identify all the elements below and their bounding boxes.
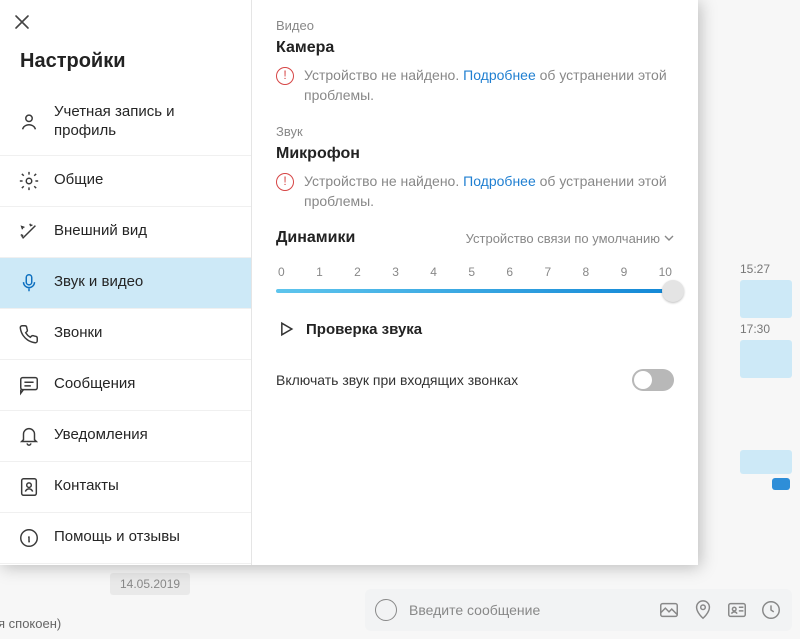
slider-track[interactable] (276, 289, 674, 293)
location-icon[interactable] (692, 599, 714, 621)
sidebar-item-contacts[interactable]: Контакты (0, 462, 251, 513)
speakers-device-dropdown[interactable]: Устройство связи по умолчанию (466, 231, 674, 246)
settings-modal: Настройки Учетная запись и профиль Общие… (0, 0, 698, 565)
emoji-icon[interactable] (375, 599, 397, 621)
bell-icon (18, 425, 40, 447)
sidebar-item-label: Уведомления (54, 426, 148, 445)
audio-section-label: Звук (276, 124, 674, 139)
close-icon (14, 14, 30, 30)
sidebar-item-appearance[interactable]: Внешний вид (0, 207, 251, 258)
sidebar-item-label: Сообщения (54, 375, 135, 394)
learn-more-link[interactable]: Подробнее (463, 173, 536, 189)
sidebar-item-label: Контакты (54, 477, 119, 496)
warning-text: Устройство не найдено. (304, 67, 459, 83)
slider-thumb[interactable] (662, 280, 684, 302)
warning-text: Устройство не найдено. (304, 173, 459, 189)
message-time: 17:30 (740, 322, 770, 336)
message-icon (18, 374, 40, 396)
info-icon (18, 527, 40, 549)
sidebar-item-label: Учетная запись и профиль (54, 103, 233, 141)
warning-icon: ! (276, 67, 294, 85)
composer-placeholder[interactable]: Введите сообщение (409, 602, 646, 618)
close-button[interactable] (0, 0, 44, 44)
chevron-down-icon (664, 233, 674, 243)
learn-more-link[interactable]: Подробнее (463, 67, 536, 83)
sidebar-item-label: Звук и видео (54, 273, 143, 292)
play-icon (276, 319, 296, 339)
sidebar-item-help[interactable]: Помощь и отзывы (0, 513, 251, 564)
read-receipt-icon (772, 478, 790, 490)
gear-icon (18, 170, 40, 192)
sidebar-item-general[interactable]: Общие (0, 156, 251, 207)
sidebar-item-label: Общие (54, 171, 103, 190)
phone-icon (18, 323, 40, 345)
video-section-label: Видео (276, 18, 674, 33)
unmute-incoming-label: Включать звук при входящих звонках (276, 372, 518, 388)
status-text: я спокоен) (0, 616, 61, 631)
sidebar-item-notifications[interactable]: Уведомления (0, 411, 251, 462)
sidebar-item-label: Помощь и отзывы (54, 528, 180, 547)
settings-sidebar: Настройки Учетная запись и профиль Общие… (0, 0, 252, 565)
chat-date-separator: 14.05.2019 (110, 573, 190, 595)
sidebar-item-calling[interactable]: Звонки (0, 309, 251, 360)
schedule-icon[interactable] (760, 599, 782, 621)
photo-icon[interactable] (658, 599, 680, 621)
sidebar-item-label: Внешний вид (54, 222, 147, 241)
sidebar-item-account[interactable]: Учетная запись и профиль (0, 89, 251, 156)
dropdown-value: Устройство связи по умолчанию (466, 231, 660, 246)
contacts-icon (18, 476, 40, 498)
sidebar-item-messaging[interactable]: Сообщения (0, 360, 251, 411)
chat-bubble (740, 450, 792, 474)
test-audio-button[interactable]: Проверка звука (276, 319, 674, 339)
sidebar-item-label: Звонки (54, 324, 102, 343)
message-composer[interactable]: Введите сообщение (365, 589, 792, 631)
warning-icon: ! (276, 173, 294, 191)
mic-title: Микрофон (276, 145, 674, 163)
speakers-title: Динамики (276, 229, 355, 247)
chat-bubble (740, 340, 792, 378)
speakers-volume-slider[interactable]: 0 1 2 3 4 5 6 7 8 9 10 (276, 265, 674, 293)
mic-warning: ! Устройство не найдено. Подробнее об ус… (276, 171, 674, 212)
unmute-incoming-toggle[interactable] (632, 369, 674, 391)
camera-title: Камера (276, 39, 674, 57)
camera-warning: ! Устройство не найдено. Подробнее об ус… (276, 65, 674, 106)
slider-tick-labels: 0 1 2 3 4 5 6 7 8 9 10 (276, 265, 674, 279)
sidebar-item-audio-video[interactable]: Звук и видео (0, 258, 251, 309)
person-icon (18, 111, 40, 133)
contact-card-icon[interactable] (726, 599, 748, 621)
mic-icon (18, 272, 40, 294)
wand-icon (18, 221, 40, 243)
message-time: 15:27 (740, 262, 770, 276)
test-audio-label: Проверка звука (306, 321, 422, 338)
settings-content: Видео Камера ! Устройство не найдено. По… (252, 0, 698, 565)
chat-bubble (740, 280, 792, 318)
settings-title: Настройки (0, 44, 251, 89)
